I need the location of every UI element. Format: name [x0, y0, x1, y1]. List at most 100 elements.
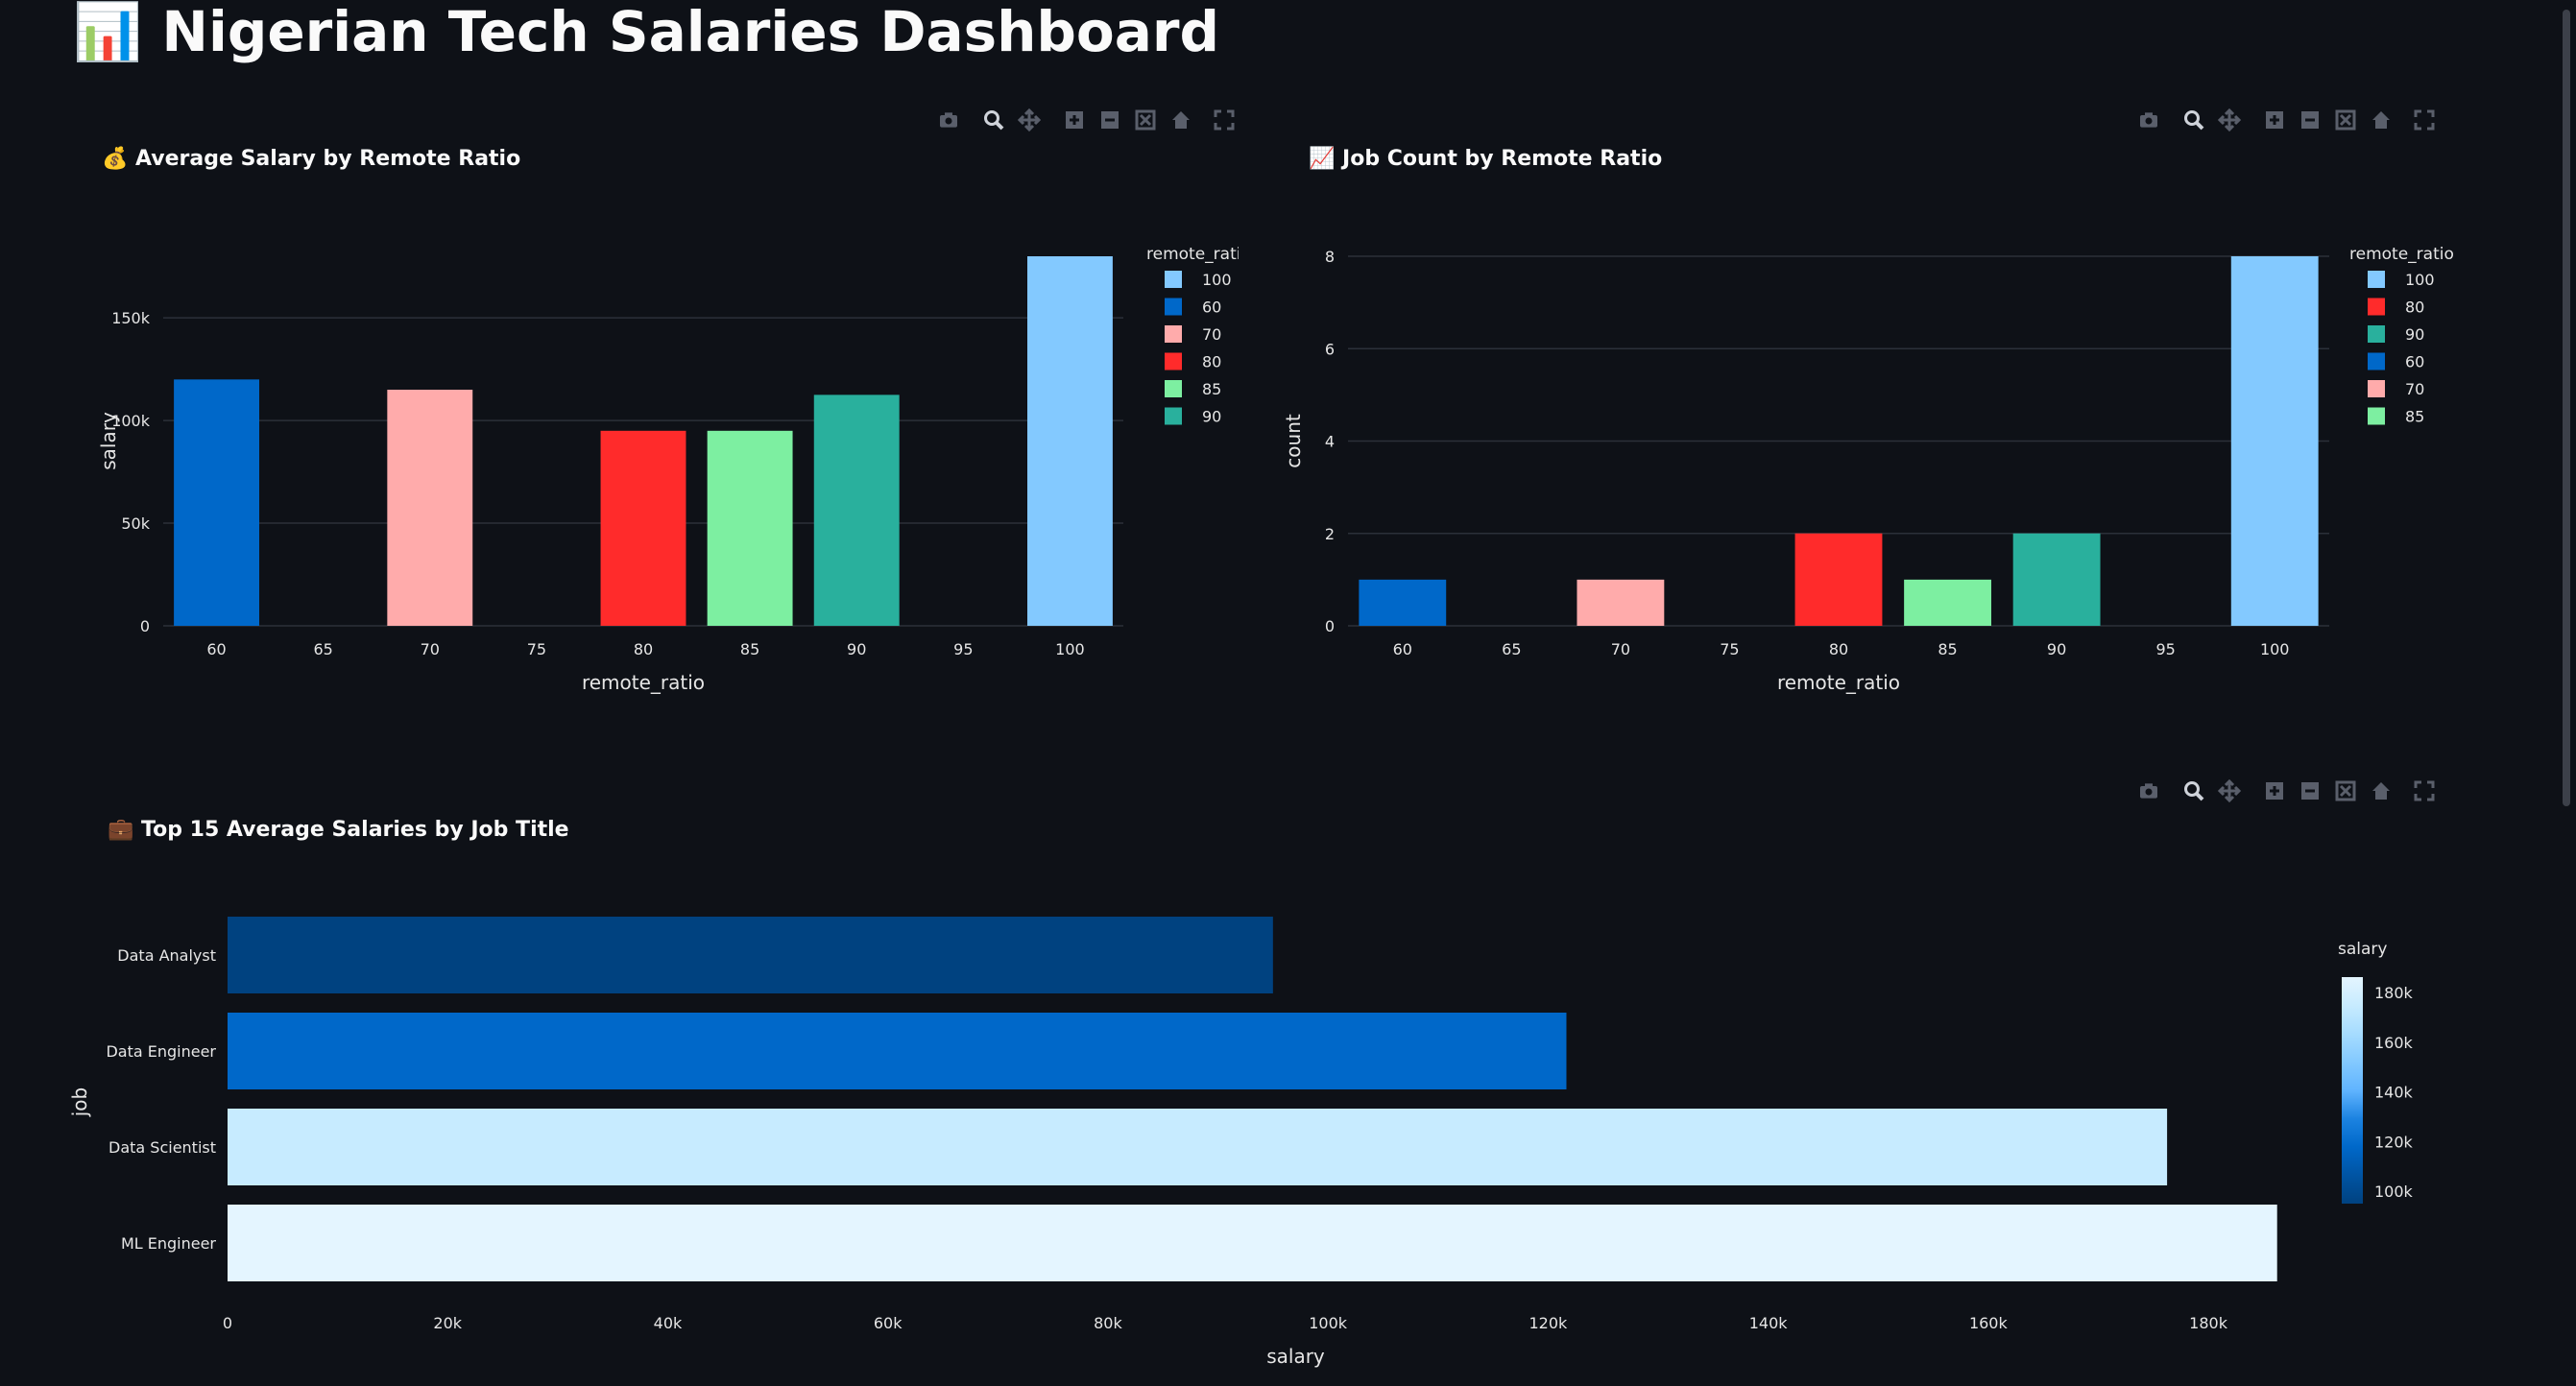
colorbar-gradient — [2342, 977, 2363, 1204]
zoom-icon[interactable] — [2180, 777, 2207, 804]
count-by-remote-chart: 📈 Job Count by Remote Ratio 0 2 4 6 8 60 65 70 75… — [1258, 96, 2496, 729]
bar-data-analyst[interactable] — [228, 917, 1273, 993]
fullscreen-icon[interactable] — [2411, 107, 2438, 133]
legend-item-90[interactable]: 90 — [1165, 407, 1221, 426]
legend-item-85[interactable]: 85 — [2368, 407, 2424, 426]
page-title: 📊 Nigerian Tech Salaries Dashboard — [73, 0, 1220, 64]
legend-item-100[interactable]: 100 — [1165, 271, 1232, 289]
bar-70[interactable] — [387, 390, 473, 626]
legend-label: 100 — [1202, 271, 1232, 289]
fullscreen-icon[interactable] — [1211, 107, 1238, 133]
legend-item-100[interactable]: 100 — [2368, 271, 2435, 289]
bar-ml-engineer[interactable] — [228, 1205, 2277, 1281]
legend-item-70[interactable]: 70 — [2368, 380, 2424, 398]
chart-title: 💼 Top 15 Average Salaries by Job Title — [108, 818, 569, 842]
plot-toolbar — [2135, 107, 2438, 133]
bar-60[interactable] — [174, 379, 259, 626]
legend-item-60[interactable]: 60 — [1165, 298, 1221, 317]
count-by-remote-plot[interactable]: 📈 Job Count by Remote Ratio 0 2 4 6 8 60 65 70 75… — [1258, 96, 2496, 729]
zoom-icon[interactable] — [980, 107, 1007, 133]
legend-swatch — [2368, 298, 2385, 316]
camera-icon[interactable] — [2135, 777, 2162, 804]
x-tick-label: 80 — [1829, 640, 1848, 658]
legend-item-85[interactable]: 85 — [1165, 380, 1221, 398]
pan-icon[interactable] — [2216, 777, 2243, 804]
bar-60[interactable] — [1359, 579, 1447, 626]
bar-85[interactable] — [1904, 579, 1991, 626]
autoscale-icon[interactable] — [2332, 107, 2359, 133]
bar-100[interactable] — [2230, 256, 2319, 626]
zoom-in-icon[interactable] — [2261, 107, 2288, 133]
camera-icon[interactable] — [935, 107, 962, 133]
zoom-in-icon[interactable] — [1061, 107, 1088, 133]
legend-label: 70 — [2405, 380, 2424, 398]
bar-90[interactable] — [2012, 533, 2101, 626]
legend: remote_ratio 100 80 90 60 70 85 — [2349, 245, 2454, 426]
legend-title: remote_ratio — [2349, 245, 2454, 264]
x-tick-label: 20k — [433, 1314, 462, 1332]
colorbar-title: salary — [2338, 940, 2387, 959]
autoscale-icon[interactable] — [1132, 107, 1159, 133]
x-tick-label: 75 — [1720, 640, 1739, 658]
home-icon[interactable] — [2368, 107, 2395, 133]
legend-swatch — [1165, 352, 1182, 370]
zoom-icon[interactable] — [2180, 107, 2207, 133]
legend-swatch — [2368, 271, 2385, 288]
legend-item-80[interactable]: 80 — [1165, 352, 1221, 371]
x-tick-label: 95 — [2155, 640, 2175, 658]
y-tick-label: ML Engineer — [121, 1234, 216, 1253]
bar-90[interactable] — [813, 394, 900, 626]
y-tick-label: 6 — [1325, 340, 1335, 358]
bars — [174, 256, 1113, 626]
legend-item-70[interactable]: 70 — [1165, 325, 1221, 344]
legend-label: 80 — [2405, 299, 2424, 317]
home-icon[interactable] — [2368, 777, 2395, 804]
legend-item-80[interactable]: 80 — [2368, 298, 2424, 317]
pan-icon[interactable] — [1016, 107, 1043, 133]
x-tick-label: 140k — [1749, 1314, 1789, 1332]
x-tick-label: 65 — [313, 640, 332, 658]
camera-icon[interactable] — [2135, 107, 2162, 133]
pan-icon[interactable] — [2216, 107, 2243, 133]
fullscreen-icon[interactable] — [2411, 777, 2438, 804]
home-icon[interactable] — [1168, 107, 1194, 133]
bar-data-engineer[interactable] — [228, 1013, 1567, 1089]
legend-swatch — [2368, 407, 2385, 425]
y-tick-label: 0 — [140, 617, 150, 635]
x-tick-label: 70 — [1611, 640, 1630, 658]
bar-80[interactable] — [1794, 533, 1883, 626]
y-tick-label: 0 — [1325, 617, 1335, 635]
x-tick-label: 85 — [1938, 640, 1957, 658]
legend-swatch — [1165, 325, 1182, 343]
y-axis-title: salary — [97, 412, 120, 470]
legend-label: 60 — [2405, 353, 2424, 371]
bar-80[interactable] — [600, 430, 686, 626]
x-tick-label: 0 — [223, 1314, 232, 1332]
zoom-out-icon[interactable] — [1096, 107, 1123, 133]
legend-title: remote_ratio — [1146, 245, 1239, 264]
legend-item-60[interactable]: 60 — [2368, 352, 2424, 371]
y-tick-label: 8 — [1325, 248, 1335, 266]
bar-85[interactable] — [707, 430, 793, 626]
zoom-in-icon[interactable] — [2261, 777, 2288, 804]
salary-by-remote-plot[interactable]: 💰 Average Salary by Remote Ratio050k100k… — [58, 96, 1239, 729]
x-axis-title: salary — [1266, 1345, 1325, 1368]
top-jobs-plot[interactable]: 💼 Top 15 Average Salaries by Job Title 0 2… — [58, 768, 2496, 1386]
y-tick-label: Data Engineer — [106, 1042, 216, 1061]
x-axis: 0 20k 40k 60k 80k 100k 120k 140k 160k 180k — [223, 1314, 2228, 1332]
bar-70[interactable] — [1577, 579, 1665, 626]
zoom-out-icon[interactable] — [2297, 107, 2323, 133]
autoscale-icon[interactable] — [2332, 777, 2359, 804]
page-scrollbar[interactable] — [2563, 10, 2570, 806]
bar-100[interactable] — [1027, 256, 1113, 626]
x-axis: 60 65 70 75 80 85 90 95 100 — [1393, 640, 2290, 658]
legend-item-90[interactable]: 90 — [2368, 325, 2424, 344]
x-tick-label: 70 — [421, 640, 440, 658]
bars — [228, 917, 2277, 1281]
x-tick-label: 90 — [2047, 640, 2066, 658]
zoom-out-icon[interactable] — [2297, 777, 2323, 804]
x-tick-label: 40k — [654, 1314, 683, 1332]
bar-data-scientist[interactable] — [228, 1109, 2168, 1185]
plot-toolbar — [935, 107, 1238, 133]
top-jobs-chart: 💼 Top 15 Average Salaries by Job Title 0 2… — [58, 768, 2496, 1386]
